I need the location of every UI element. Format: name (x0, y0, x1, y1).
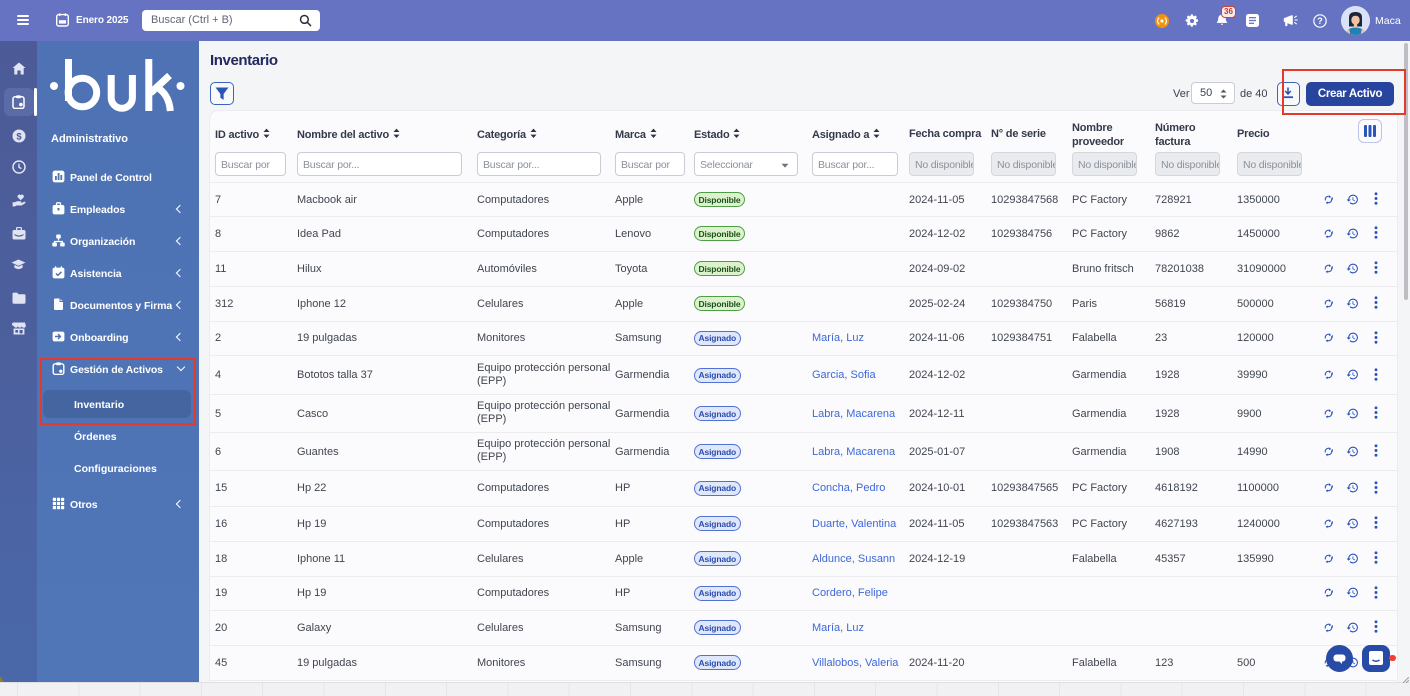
svg-text:?: ? (1317, 16, 1323, 26)
svg-text:$: $ (16, 132, 22, 143)
